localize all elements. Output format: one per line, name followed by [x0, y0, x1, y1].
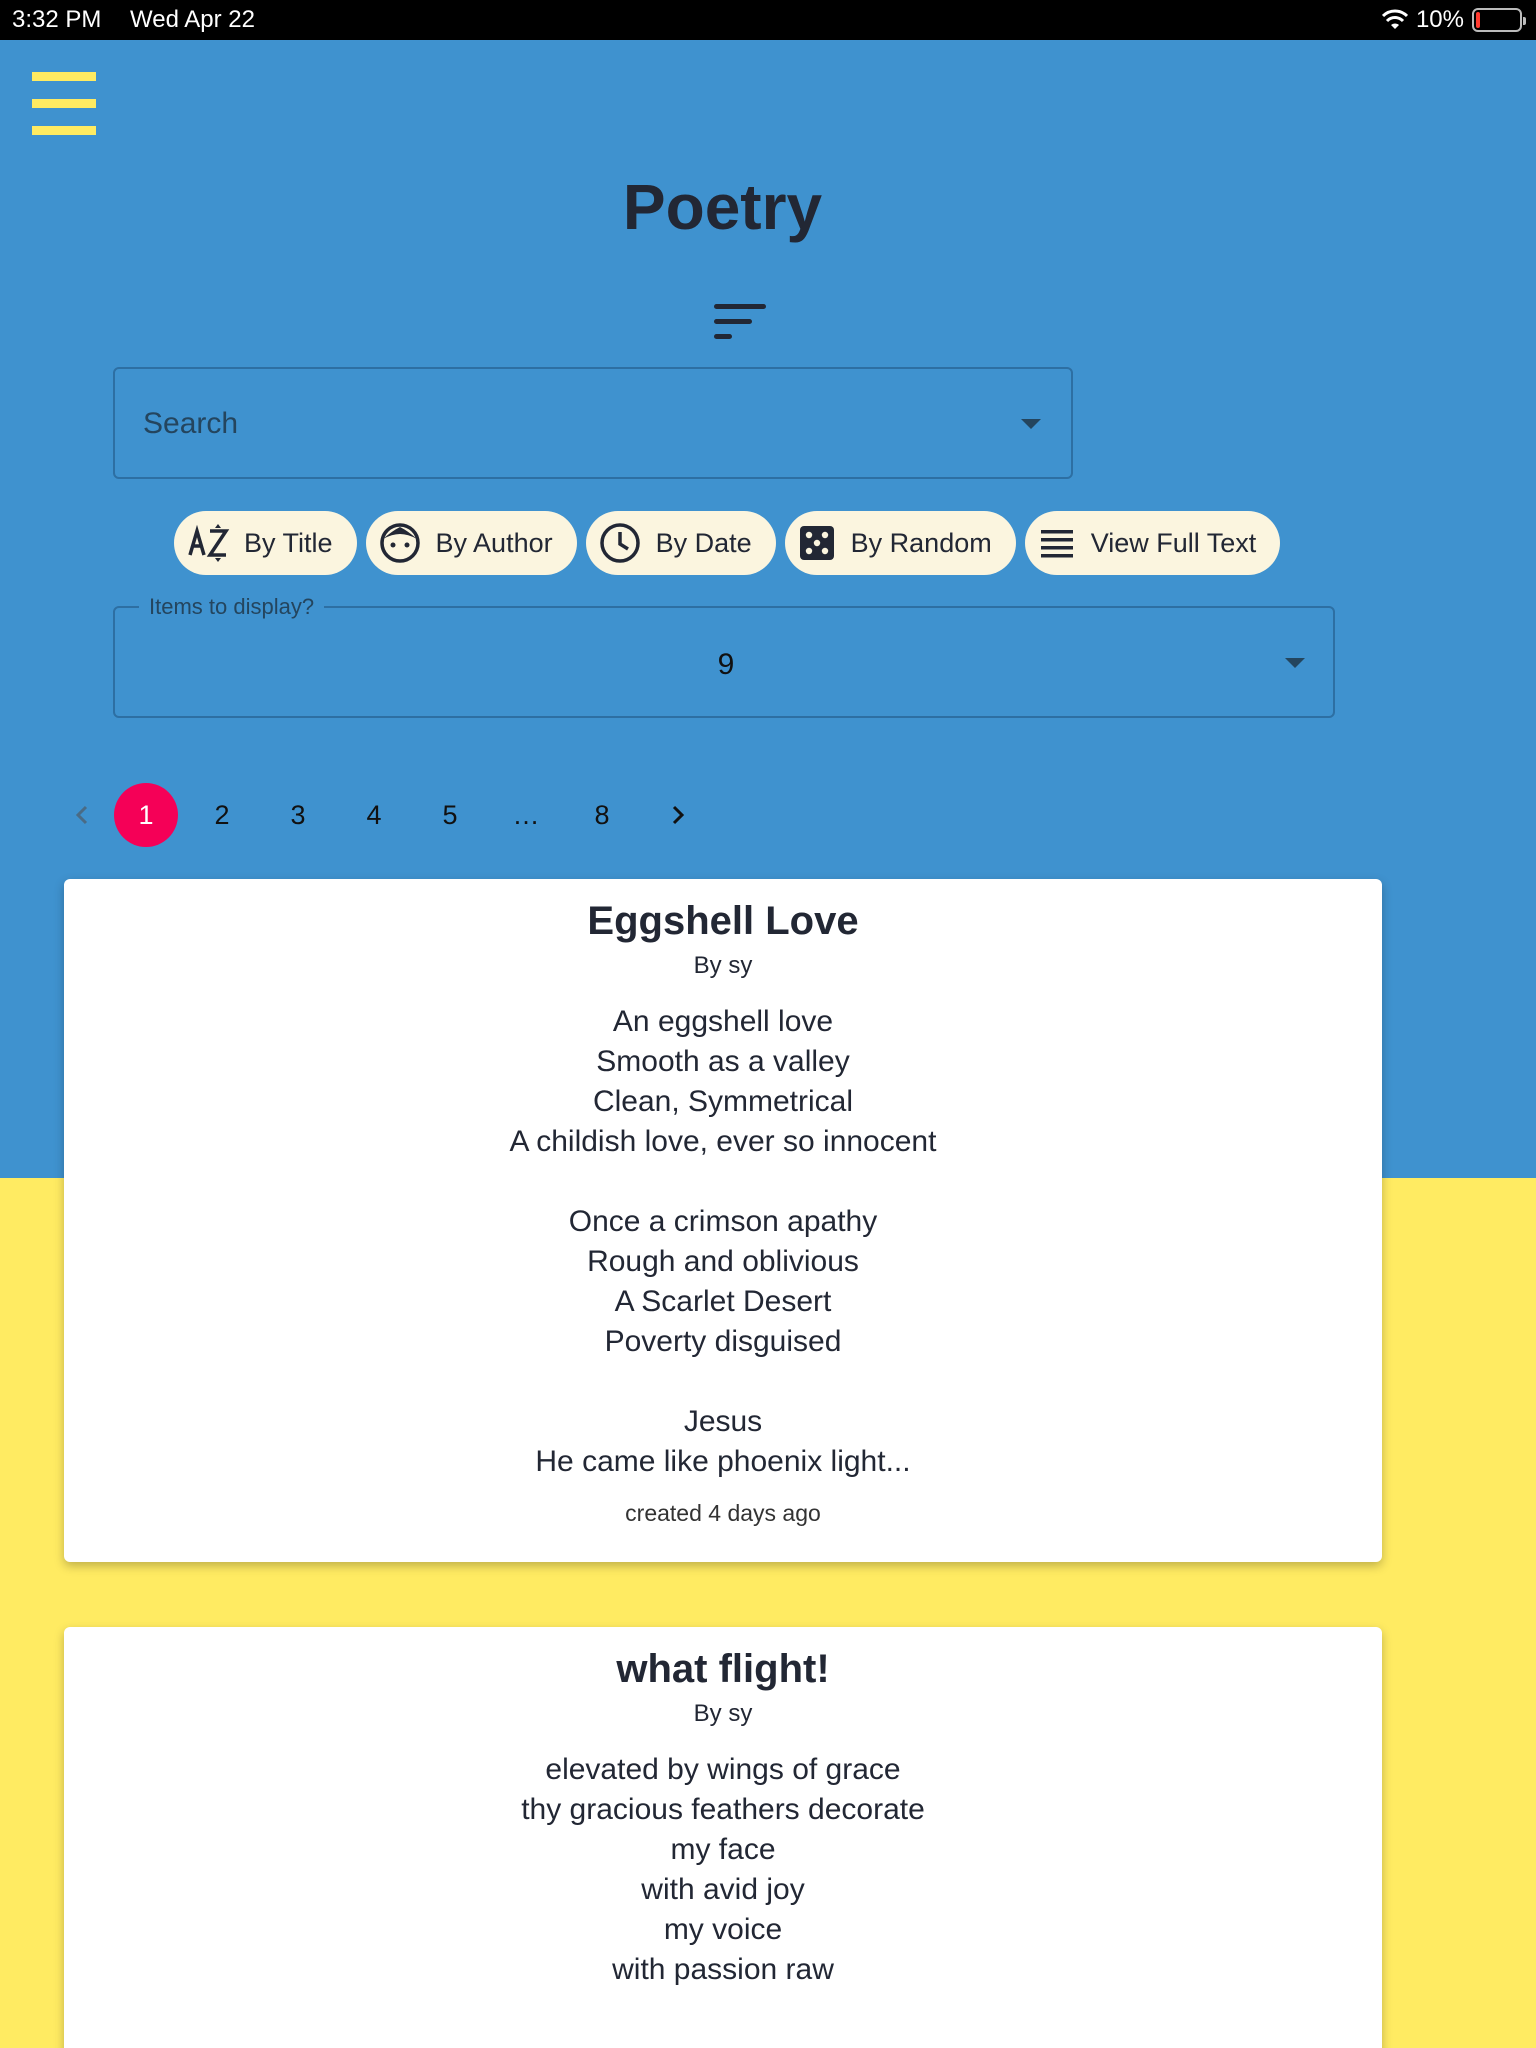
status-indicators: 10%	[1381, 6, 1526, 34]
filter-by-author-button[interactable]: By Author	[365, 511, 577, 575]
poem-card[interactable]: Eggshell Love By sy An eggshell love Smo…	[64, 879, 1382, 1562]
face-icon	[379, 523, 420, 563]
filter-chips: By Title By Author By Date By Random Vie…	[174, 511, 1281, 575]
poem-text: elevated by wings of grace thy gracious …	[521, 1753, 925, 1986]
items-to-display-label: Items to display?	[139, 594, 325, 620]
filter-label: By Date	[655, 527, 752, 558]
view-full-text-button[interactable]: View Full Text	[1024, 511, 1281, 575]
filter-label: By Author	[435, 527, 553, 558]
wifi-icon	[1381, 9, 1408, 29]
search-input[interactable]: Search	[113, 367, 1073, 479]
clock-icon	[599, 523, 640, 563]
filter-label: By Random	[850, 527, 992, 558]
sort-icon[interactable]	[712, 302, 768, 342]
page-ellipsis: …	[512, 799, 540, 830]
next-page-button[interactable]	[646, 783, 710, 847]
chevron-right-icon	[672, 805, 685, 825]
items-to-display-select[interactable]: Items to display? 9	[113, 594, 1335, 718]
battery-icon	[1472, 8, 1526, 32]
poem-title: what flight!	[616, 1647, 830, 1691]
page-button[interactable]: 8	[570, 783, 634, 847]
chevron-down-icon	[1285, 658, 1305, 668]
filter-by-date-button[interactable]: By Date	[585, 511, 776, 575]
status-date: Wed Apr 22	[130, 6, 255, 33]
poem-created: created 4 days ago	[625, 1500, 821, 1526]
page-button[interactable]: 4	[342, 783, 406, 847]
status-time: 3:32 PM	[12, 6, 102, 33]
filter-label: View Full Text	[1090, 527, 1257, 558]
page-button[interactable]: 1	[114, 783, 178, 847]
page-title: Poetry	[622, 171, 823, 243]
filter-by-random-button[interactable]: By Random	[784, 511, 1016, 575]
poem-text: An eggshell love Smooth as a valley Clea…	[509, 1005, 937, 1478]
page-button[interactable]: 2	[190, 783, 254, 847]
page-button[interactable]: 3	[266, 783, 330, 847]
previous-page-button[interactable]	[50, 783, 114, 847]
chevron-left-icon	[75, 805, 88, 825]
battery-percent: 10%	[1415, 6, 1464, 33]
poem-title: Eggshell Love	[587, 899, 859, 943]
filter-label: By Title	[244, 527, 333, 558]
menu-icon[interactable]	[32, 72, 96, 136]
search-dropdown-icon[interactable]	[1021, 419, 1041, 429]
items-to-display-value: 9	[717, 648, 735, 681]
poem-author: By sy	[693, 952, 753, 979]
page-button[interactable]: 5	[418, 783, 482, 847]
lines-icon	[1040, 530, 1073, 558]
filter-by-title-button[interactable]: By Title	[174, 511, 357, 575]
sort-alpha-icon	[188, 524, 230, 562]
poem-card[interactable]: what flight! By sy elevated by wings of …	[64, 1627, 1382, 2048]
poem-author: By sy	[693, 1700, 753, 1727]
search-placeholder: Search	[143, 407, 239, 440]
dice-icon	[799, 526, 834, 560]
status-bar: 3:32 PM Wed Apr 22 10%	[0, 0, 1536, 40]
